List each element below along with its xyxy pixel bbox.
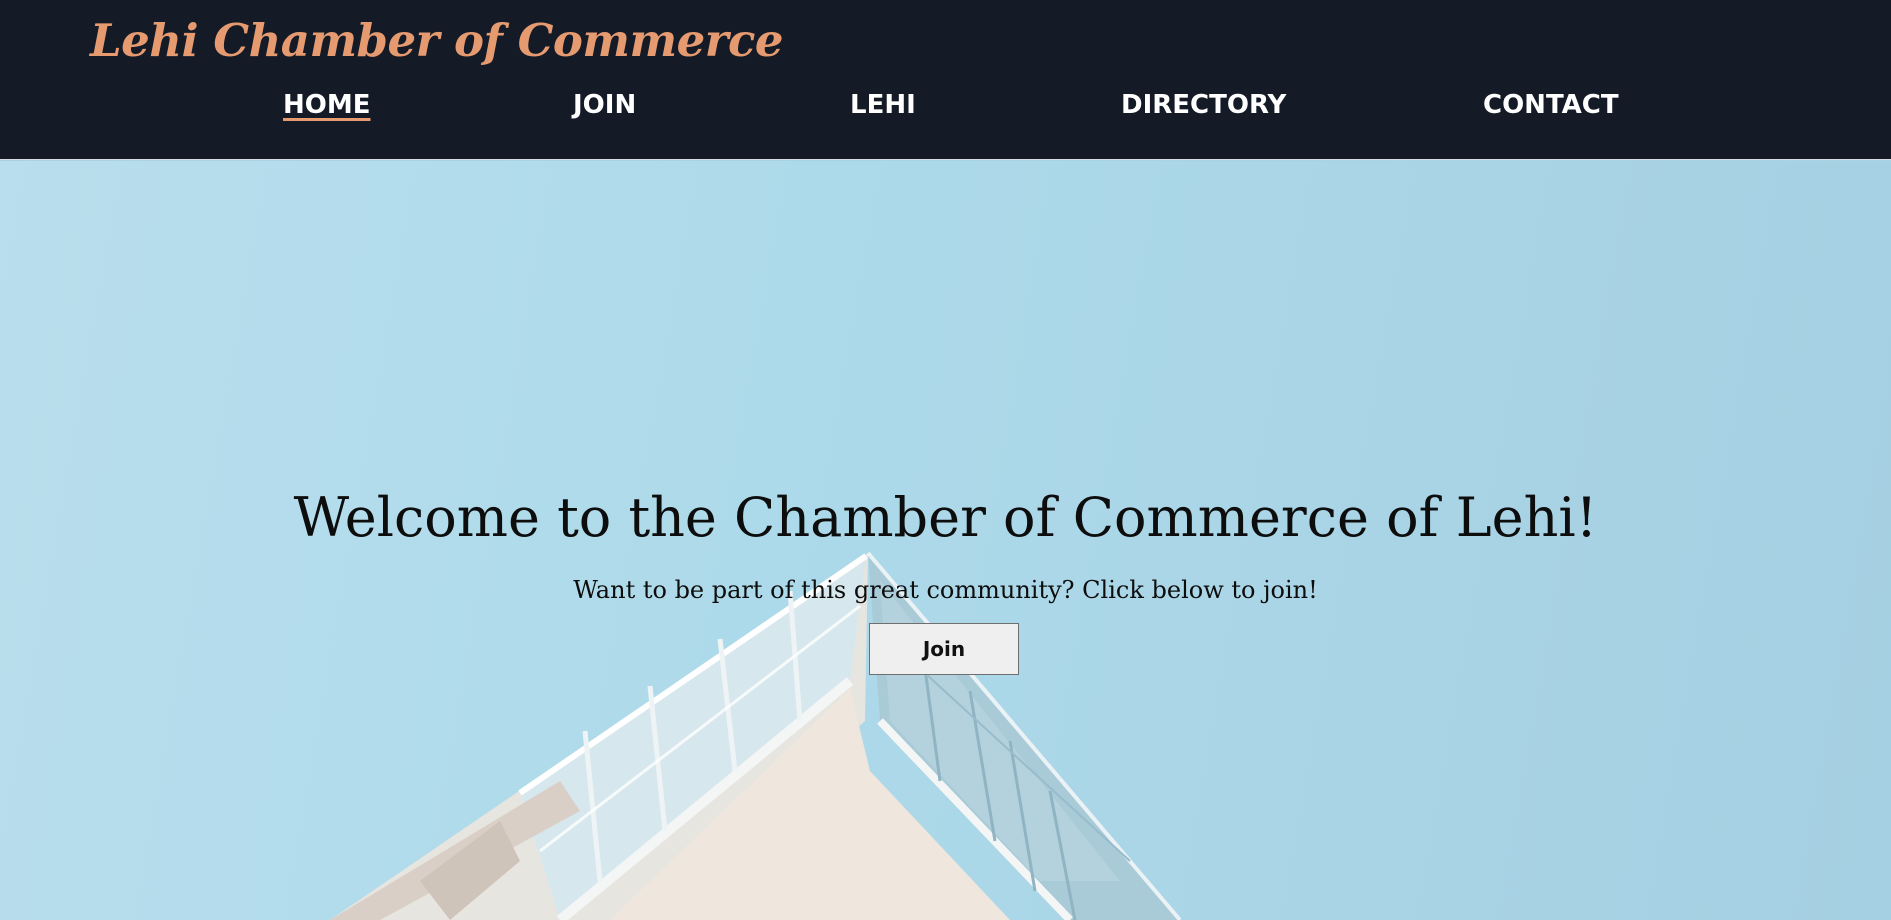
nav-contact-link[interactable]: CONTACT (1483, 90, 1619, 120)
join-button[interactable]: Join (869, 623, 1019, 675)
nav-join-link[interactable]: JOIN (573, 90, 636, 120)
main-nav: HOME JOIN LEHI DIRECTORY CONTACT (0, 90, 1891, 130)
site-logo-title[interactable]: Lehi Chamber of Commerce (90, 14, 784, 67)
hero-subheading: Want to be part of this great community?… (573, 576, 1318, 604)
hero-section: Welcome to the Chamber of Commerce of Le… (0, 161, 1891, 920)
site-header: Lehi Chamber of Commerce HOME JOIN LEHI … (0, 0, 1891, 160)
nav-directory-link[interactable]: DIRECTORY (1121, 90, 1286, 120)
hero-heading: Welcome to the Chamber of Commerce of Le… (293, 486, 1598, 549)
nav-home-link[interactable]: HOME (283, 90, 371, 120)
nav-lehi-link[interactable]: LEHI (850, 90, 916, 120)
